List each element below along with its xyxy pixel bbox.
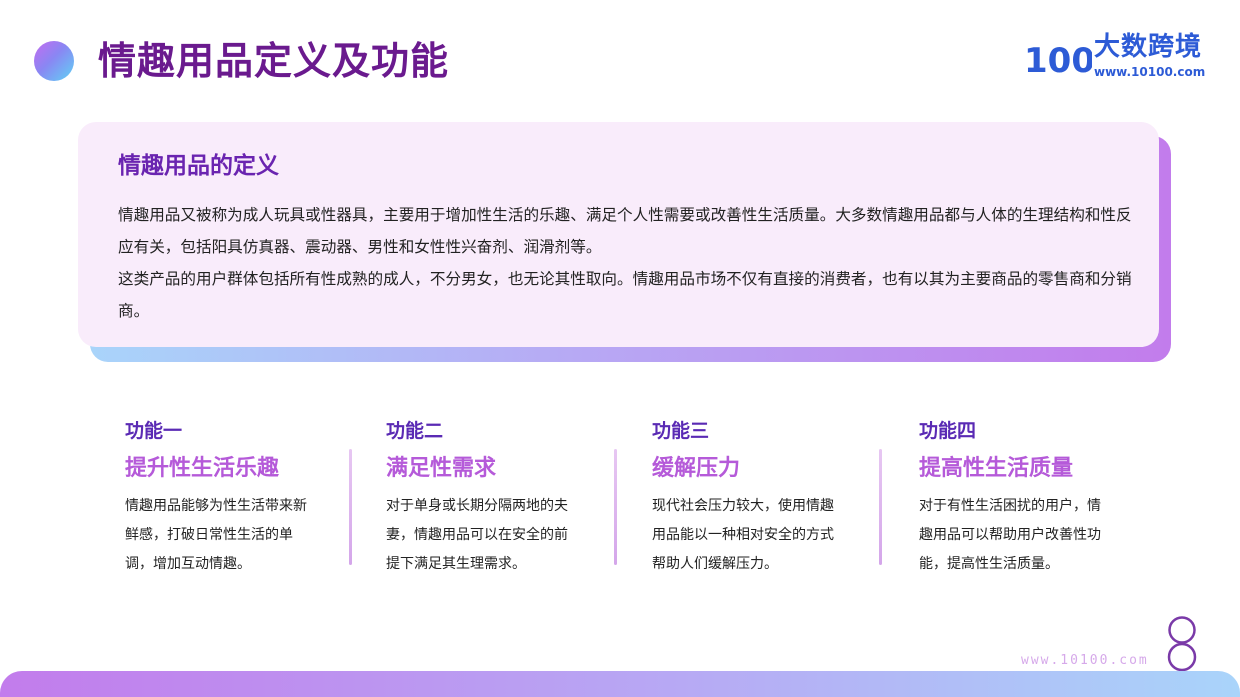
- figure-eight-decoration-icon: [1167, 616, 1197, 672]
- definition-paragraph: 情趣用品又被称为成人玩具或性器具，主要用于增加性生活的乐趣、满足个人性需要或改善…: [118, 206, 1132, 256]
- logo-name: 大数跨境: [1094, 32, 1203, 62]
- brand-logo[interactable]: 100 大数跨境 www.10100.com: [1024, 30, 1214, 82]
- function-label: 功能一: [125, 420, 183, 442]
- definition-card: 情趣用品的定义 情趣用品又被称为成人玩具或性器具，主要用于增加性生活的乐趣、满足…: [78, 122, 1159, 347]
- footer-gradient-bar: [0, 671, 1240, 697]
- logo-mark-text: 100: [1024, 41, 1092, 78]
- page-title: 情趣用品定义及功能: [98, 39, 450, 83]
- definition-title: 情趣用品的定义: [118, 153, 279, 179]
- function-label: 功能二: [386, 420, 444, 442]
- function-item-4: 功能四 提高性生活质量 对于有性生活困扰的用户，情趣用品可以帮助用户改善性功能，…: [919, 418, 1169, 579]
- function-label: 功能三: [652, 420, 710, 442]
- function-desc: 对于有性生活困扰的用户，情趣用品可以帮助用户改善性功能，提高性生活质量。: [919, 498, 1101, 572]
- function-item-3: 功能三 缓解压力 现代社会压力较大，使用情趣用品能以一种相对安全的方式帮助人们缓…: [652, 418, 902, 579]
- function-title: 提升性生活乐趣: [125, 456, 280, 481]
- function-title: 满足性需求: [386, 456, 497, 481]
- logo-url[interactable]: www.10100.com: [1094, 64, 1205, 80]
- function-title: 提高性生活质量: [919, 456, 1074, 481]
- function-item-2: 功能二 满足性需求 对于单身或长期分隔两地的夫妻，情趣用品可以在安全的前提下满足…: [386, 418, 636, 579]
- function-divider: [879, 449, 882, 565]
- function-label: 功能四: [919, 420, 977, 442]
- definition-text: 情趣用品又被称为成人玩具或性器具，主要用于增加性生活的乐趣、满足个人性需要或改善…: [118, 199, 1138, 327]
- function-desc: 情趣用品能够为性生活带来新鲜感，打破日常性生活的单调，增加互动情趣。: [125, 498, 307, 572]
- function-item-1: 功能一 提升性生活乐趣 情趣用品能够为性生活带来新鲜感，打破日常性生活的单调，增…: [125, 418, 375, 579]
- footer-url[interactable]: www.10100.com: [1021, 653, 1149, 669]
- function-divider: [349, 449, 352, 565]
- title-decoration-dot: [34, 41, 74, 81]
- logo-mark-icon: 100: [1024, 41, 1092, 78]
- function-desc: 对于单身或长期分隔两地的夫妻，情趣用品可以在安全的前提下满足其生理需求。: [386, 498, 568, 572]
- function-title: 缓解压力: [652, 456, 741, 481]
- function-desc: 现代社会压力较大，使用情趣用品能以一种相对安全的方式帮助人们缓解压力。: [652, 498, 834, 572]
- function-divider: [614, 449, 617, 565]
- definition-paragraph: 这类产品的用户群体包括所有性成熟的成人，不分男女，也无论其性取向。情趣用品市场不…: [118, 270, 1132, 320]
